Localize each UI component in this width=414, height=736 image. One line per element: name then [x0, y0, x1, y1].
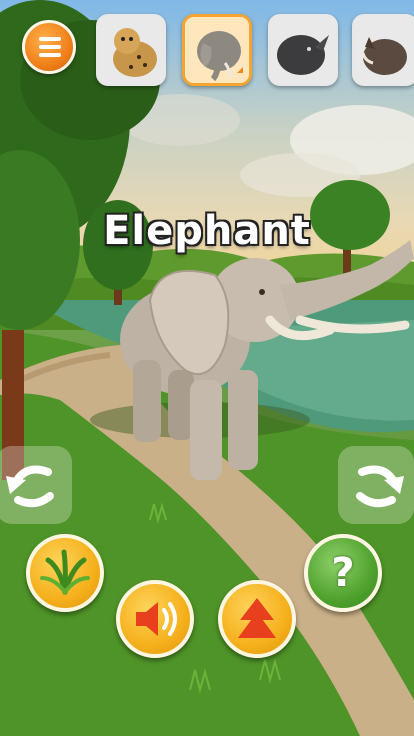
animal-tile-warthog[interactable]: [352, 14, 414, 86]
rhinoceros-icon: [271, 17, 335, 83]
animal-tile-elephant[interactable]: [182, 14, 252, 86]
rotate-left-button[interactable]: [0, 446, 72, 524]
habitat-button[interactable]: [26, 534, 104, 612]
elephant-figure[interactable]: [0, 0, 414, 736]
cheetah-icon: [99, 17, 163, 83]
rotate-right-button[interactable]: [338, 446, 414, 524]
menu-button[interactable]: [22, 20, 76, 74]
help-button[interactable]: ?: [304, 534, 382, 612]
grow-button[interactable]: [218, 580, 296, 658]
speaker-icon: [136, 602, 177, 636]
rotate-left-icon: [6, 465, 54, 508]
question-mark-icon: ?: [331, 550, 355, 596]
elephant-icon: [185, 17, 249, 83]
game-scene: [0, 0, 414, 736]
rotate-right-icon: [356, 465, 404, 508]
animal-tile-cheetah[interactable]: [96, 14, 166, 86]
animal-tile-rhinoceros[interactable]: [268, 14, 338, 86]
grass-icon: [40, 549, 90, 595]
sound-button[interactable]: [116, 580, 194, 658]
tree-up-icon: [238, 598, 276, 638]
animal-name-title: Elephant: [103, 208, 311, 254]
warthog-icon: [355, 17, 414, 83]
